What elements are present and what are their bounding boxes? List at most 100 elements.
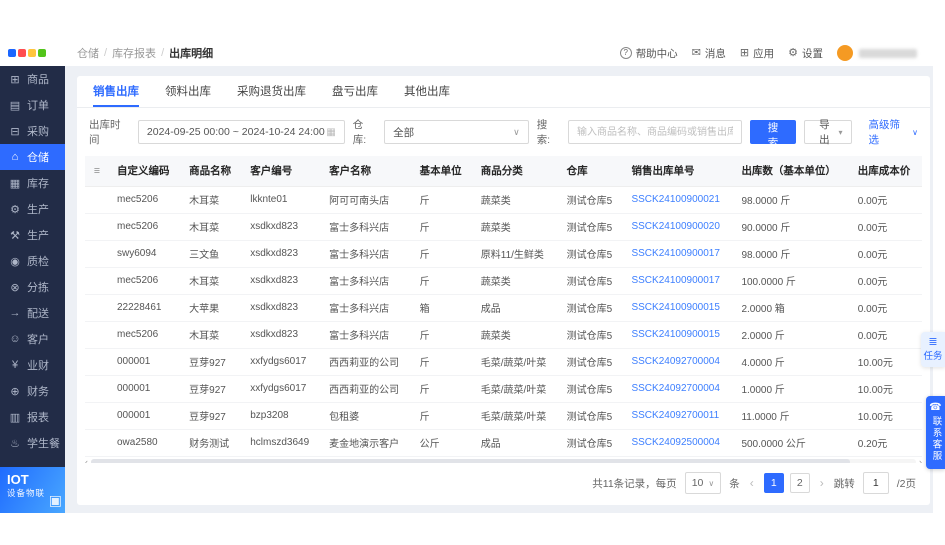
chevron-down-icon: ∨ xyxy=(708,478,715,488)
tab-盘亏出库[interactable]: 盘亏出库 xyxy=(332,76,378,107)
table-cell: xsdkxd823 xyxy=(242,267,322,295)
column-header[interactable]: 客户名称 xyxy=(321,156,412,187)
h-scrollbar[interactable]: ‹ › xyxy=(85,457,922,463)
order-number-link[interactable]: SSCK24100900020 xyxy=(623,213,734,241)
iot-banner[interactable]: IOT 设备物联 ▣ xyxy=(0,467,65,513)
logo-tile xyxy=(28,49,36,57)
sidebar-item-库存[interactable]: ▦ 库存 xyxy=(0,170,65,196)
scroll-track[interactable] xyxy=(91,459,916,463)
sidebar-item-配送[interactable]: → 配送 xyxy=(0,300,65,326)
row-spacer xyxy=(85,294,109,322)
table-row[interactable]: 000001 豆芽927 bzp3208 包租婆斤毛菜/蔬菜/叶菜 测试仓库5 SSCK2… xyxy=(85,402,922,430)
table-row[interactable]: mec5206 木耳菜 xsdkxd823 富士多科兴店斤蔬菜类 测试仓库5 SSCK24… xyxy=(85,213,922,241)
prev-page-button[interactable]: ‹ xyxy=(748,476,756,490)
app-logo[interactable] xyxy=(0,49,65,57)
sidebar-item-生产[interactable]: ⚒ 生产 xyxy=(0,222,65,248)
table-cell: 木耳菜 xyxy=(181,321,243,349)
date-range-input[interactable]: 2024-09-25 00:00 ~ 2024-10-24 24:00 ▦ xyxy=(137,120,345,144)
time-filter-label: 出库时间 xyxy=(89,119,121,146)
column-header[interactable]: 商品分类 xyxy=(472,156,559,187)
table-row[interactable]: 000001 豆芽927 xxfydgs6017 西西莉亚的公司斤毛菜/蔬菜/叶菜 测试… xyxy=(85,375,922,403)
table-row[interactable]: 22228461 大苹果 xsdkxd823 富士多科兴店箱成品 测试仓库5 SSCK24… xyxy=(85,294,922,322)
task-float-button[interactable]: ≣ 任务 xyxy=(921,332,945,367)
sidebar-item-订单[interactable]: ▤ 订单 xyxy=(0,92,65,118)
settings-menu-item[interactable]: ⚙ 设置 xyxy=(788,46,823,61)
table-row[interactable]: swy6094 三文鱼 xsdkxd823 富士多科兴店斤原料11/生鲜类 测试仓库5 S… xyxy=(85,240,922,268)
order-number-link[interactable]: SSCK24100900017 xyxy=(623,240,734,268)
sidebar-item-质检[interactable]: ◉ 质检 xyxy=(0,248,65,274)
table-cell: owa2580 xyxy=(109,429,182,457)
page-size-select[interactable]: 10 ∨ xyxy=(684,472,722,494)
tab-销售出库[interactable]: 销售出库 xyxy=(93,76,139,107)
sidebar-item-采购[interactable]: ⊟ 采购 xyxy=(0,118,65,144)
sidebar-item-财务[interactable]: ⊕ 财务 xyxy=(0,378,65,404)
help-label: 帮助中心 xyxy=(635,47,678,60)
sidebar-item-业财[interactable]: ¥ 业财 xyxy=(0,352,65,378)
table-cell: 000001 xyxy=(109,402,182,430)
table-cell: hclmszd3649 xyxy=(242,429,322,457)
order-number-link[interactable]: SSCK24100900017 xyxy=(623,267,734,295)
table-row[interactable]: owa2580 财务测试 hclmszd3649 麦金地演示客户 公斤 成品 测试仓库5 SS… xyxy=(85,429,922,457)
order-number-link[interactable]: SSCK24092700011 xyxy=(623,402,734,430)
tab-其他出库[interactable]: 其他出库 xyxy=(404,76,450,107)
scroll-right-icon[interactable]: › xyxy=(919,457,922,463)
column-header[interactable]: 销售出库单号 xyxy=(623,156,734,187)
table-cell: 富士多科兴店 xyxy=(321,294,412,322)
tab-采购退货出库[interactable]: 采购退货出库 xyxy=(237,76,306,107)
table-cell: 4.0000 斤 xyxy=(733,348,850,376)
order-number-link[interactable]: SSCK24100900015 xyxy=(623,321,734,349)
table-row[interactable]: mec5206 木耳菜 xsdkxd823 富士多科兴店斤蔬菜类 测试仓库5 SSCK24… xyxy=(85,321,922,349)
help-icon: ? xyxy=(619,47,632,59)
table-row[interactable]: 000001 豆芽927 xxfydgs6017 西西莉亚的公司斤毛菜/蔬菜/叶菜 测试… xyxy=(85,348,922,376)
column-header[interactable]: 仓库 xyxy=(558,156,624,187)
column-header[interactable]: 商品名称 xyxy=(181,156,243,187)
column-header[interactable]: 出库成本价 xyxy=(849,156,922,187)
column-header[interactable]: 基本单位 xyxy=(411,156,473,187)
scroll-left-icon[interactable]: ‹ xyxy=(85,457,88,463)
table-wrap: ≡ 自定义编码 商品名称 客户编号 客户名称 基本单位 商品分类 仓库 销售出库单号 出库数（基本… xyxy=(77,156,930,463)
tab-领料出库[interactable]: 领料出库 xyxy=(165,76,211,107)
advanced-filter-toggle[interactable]: 高级筛选 ∨ xyxy=(868,117,918,147)
user-menu[interactable] xyxy=(837,45,917,61)
order-number-link[interactable]: SSCK24092500004 xyxy=(623,429,734,457)
warehouse-select[interactable]: 全部 ∨ xyxy=(384,120,529,144)
sidebar-item-label: 质检 xyxy=(27,256,49,268)
search-input[interactable] xyxy=(567,120,742,144)
column-header[interactable]: 客户编号 xyxy=(242,156,322,187)
jump-page-input[interactable] xyxy=(862,472,889,494)
help-menu-item[interactable]: ? 帮助中心 xyxy=(619,46,678,61)
sidebar-item-报表[interactable]: ▥ 报表 xyxy=(0,404,65,430)
order-number-link[interactable]: SSCK24092700004 xyxy=(623,375,734,403)
page-button-2[interactable]: 2 xyxy=(789,473,810,493)
sidebar-item-商品[interactable]: ⊞ 商品 xyxy=(0,66,65,92)
order-number-link[interactable]: SSCK24100900015 xyxy=(623,294,734,322)
table-cell: 90.0000 斤 xyxy=(733,213,850,241)
apps-menu-item[interactable]: ⊞ 应用 xyxy=(740,46,774,61)
sidebar-item-仓储[interactable]: ⌂ 仓储 xyxy=(0,144,65,170)
customer-service-float-button[interactable]: ☎ 联系客服 xyxy=(926,396,945,469)
page-button-1[interactable]: 1 xyxy=(763,473,784,493)
search-button[interactable]: 搜索 xyxy=(749,120,797,149)
sidebar-item-label: 分拣 xyxy=(27,282,49,294)
export-button[interactable]: 导出 ▾ xyxy=(804,119,853,146)
order-number-link[interactable]: SSCK24092700004 xyxy=(623,348,734,376)
next-page-button[interactable]: › xyxy=(818,476,826,490)
table-row[interactable]: mec5206 木耳菜 xsdkxd823 富士多科兴店斤蔬菜类 测试仓库5 SSCK24… xyxy=(85,267,922,295)
table-cell: 测试仓库5 xyxy=(558,294,624,322)
breadcrumb-item[interactable]: 仓储 xyxy=(77,45,99,61)
sidebar-item-学生餐[interactable]: ♨ 学生餐 xyxy=(0,430,65,456)
table-cell: 豆芽927 xyxy=(181,348,243,376)
column-header[interactable]: 自定义编码 xyxy=(109,156,182,187)
sidebar-item-生产[interactable]: ⚙ 生产 xyxy=(0,196,65,222)
column-settings-icon[interactable]: ≡ xyxy=(85,156,109,187)
order-number-link[interactable]: SSCK24100900021 xyxy=(623,186,734,214)
message-menu-item[interactable]: ✉ 消息 xyxy=(692,46,726,61)
scroll-thumb[interactable] xyxy=(91,459,850,463)
sidebar-item-客户[interactable]: ☺ 客户 xyxy=(0,326,65,352)
inventory-icon: ▦ xyxy=(9,177,21,190)
column-header[interactable]: 出库数（基本单位） xyxy=(733,156,850,187)
sorting-icon: ⊗ xyxy=(10,281,20,294)
table-row[interactable]: mec5206 木耳菜 lkknte01 阿可可南头店斤蔬菜类 测试仓库5 SSCK241… xyxy=(85,186,922,214)
sidebar-item-分拣[interactable]: ⊗ 分拣 xyxy=(0,274,65,300)
breadcrumb-item[interactable]: 库存报表 xyxy=(112,45,156,61)
